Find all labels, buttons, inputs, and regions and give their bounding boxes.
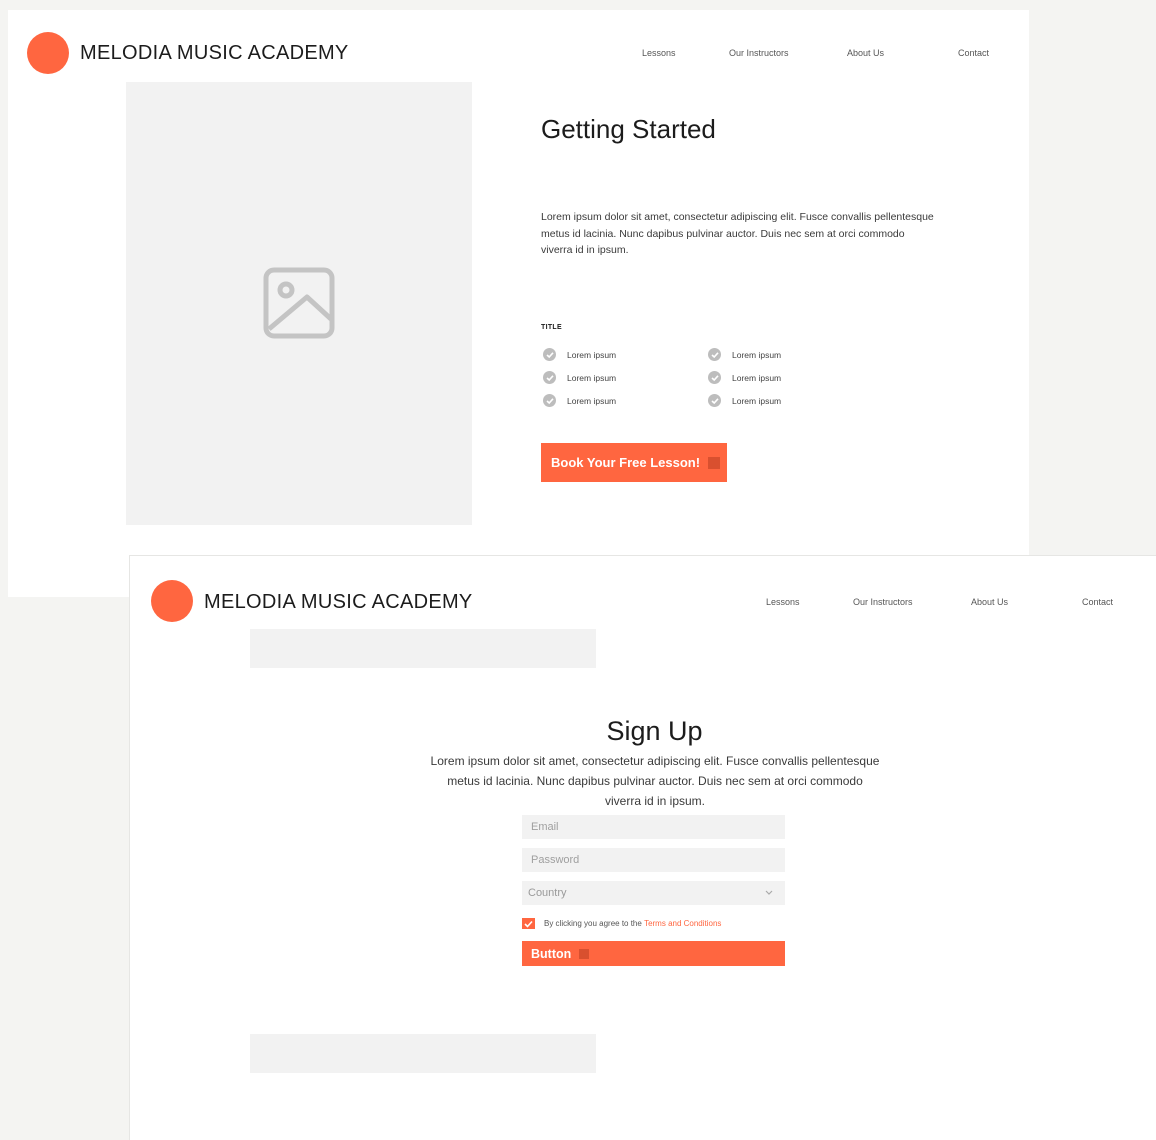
arrow-square-icon (708, 456, 721, 469)
checkmark-icon (524, 920, 533, 928)
nav-about-us[interactable]: About Us (847, 48, 884, 58)
brand-name[interactable]: MELODIA MUSIC ACADEMY (204, 591, 473, 614)
list-item: Lorem ipsum (708, 394, 781, 407)
list-item: Lorem ipsum (543, 348, 616, 361)
placeholder-block (250, 629, 596, 668)
image-placeholder-icon (263, 267, 335, 339)
check-circle-icon (543, 394, 556, 407)
list-title: TITLE (541, 324, 562, 331)
logo-circle[interactable] (27, 32, 69, 74)
check-circle-icon (708, 348, 721, 361)
check-circle-icon (543, 371, 556, 384)
list-item: Lorem ipsum (708, 371, 781, 384)
page-title: Sign Up (606, 716, 703, 746)
nav-lessons[interactable]: Lessons (766, 597, 800, 607)
nav-our-instructors[interactable]: Our Instructors (853, 597, 913, 607)
check-circle-icon (543, 348, 556, 361)
brand-name[interactable]: MELODIA MUSIC ACADEMY (80, 42, 349, 65)
list-item: Lorem ipsum (543, 394, 616, 407)
terms-link[interactable]: Terms and Conditions (644, 919, 721, 928)
nav-about-us[interactable]: About Us (971, 597, 1008, 607)
country-select[interactable]: Country (522, 881, 785, 905)
password-input[interactable] (522, 848, 785, 872)
chevron-down-icon (765, 890, 773, 895)
email-input[interactable] (522, 815, 785, 839)
check-circle-icon (708, 371, 721, 384)
nav-our-instructors[interactable]: Our Instructors (729, 48, 789, 58)
agree-checkbox[interactable] (522, 918, 535, 929)
logo-circle[interactable] (151, 580, 193, 622)
list-item: Lorem ipsum (543, 371, 616, 384)
sign-up-page: MELODIA MUSIC ACADEMY Lessons Our Instru… (130, 556, 1156, 1140)
hero-image-placeholder (126, 82, 472, 525)
nav-contact[interactable]: Contact (1082, 597, 1113, 607)
intro-paragraph: Lorem ipsum dolor sit amet, consectetur … (430, 754, 880, 808)
page-title: Getting Started (541, 114, 716, 144)
check-circle-icon (708, 394, 721, 407)
nav-lessons[interactable]: Lessons (642, 48, 676, 58)
intro-paragraph: Lorem ipsum dolor sit amet, consectetur … (541, 211, 934, 256)
arrow-square-icon (579, 948, 590, 959)
terms-agreement: By clicking you agree to the Terms and C… (522, 918, 721, 929)
nav-contact[interactable]: Contact (958, 48, 989, 58)
getting-started-page: MELODIA MUSIC ACADEMY Lessons Our Instru… (8, 10, 1029, 597)
placeholder-block (250, 1034, 596, 1073)
book-free-lesson-button[interactable]: Book Your Free Lesson! (541, 443, 727, 482)
list-item: Lorem ipsum (708, 348, 781, 361)
submit-button[interactable]: Button (522, 941, 785, 966)
